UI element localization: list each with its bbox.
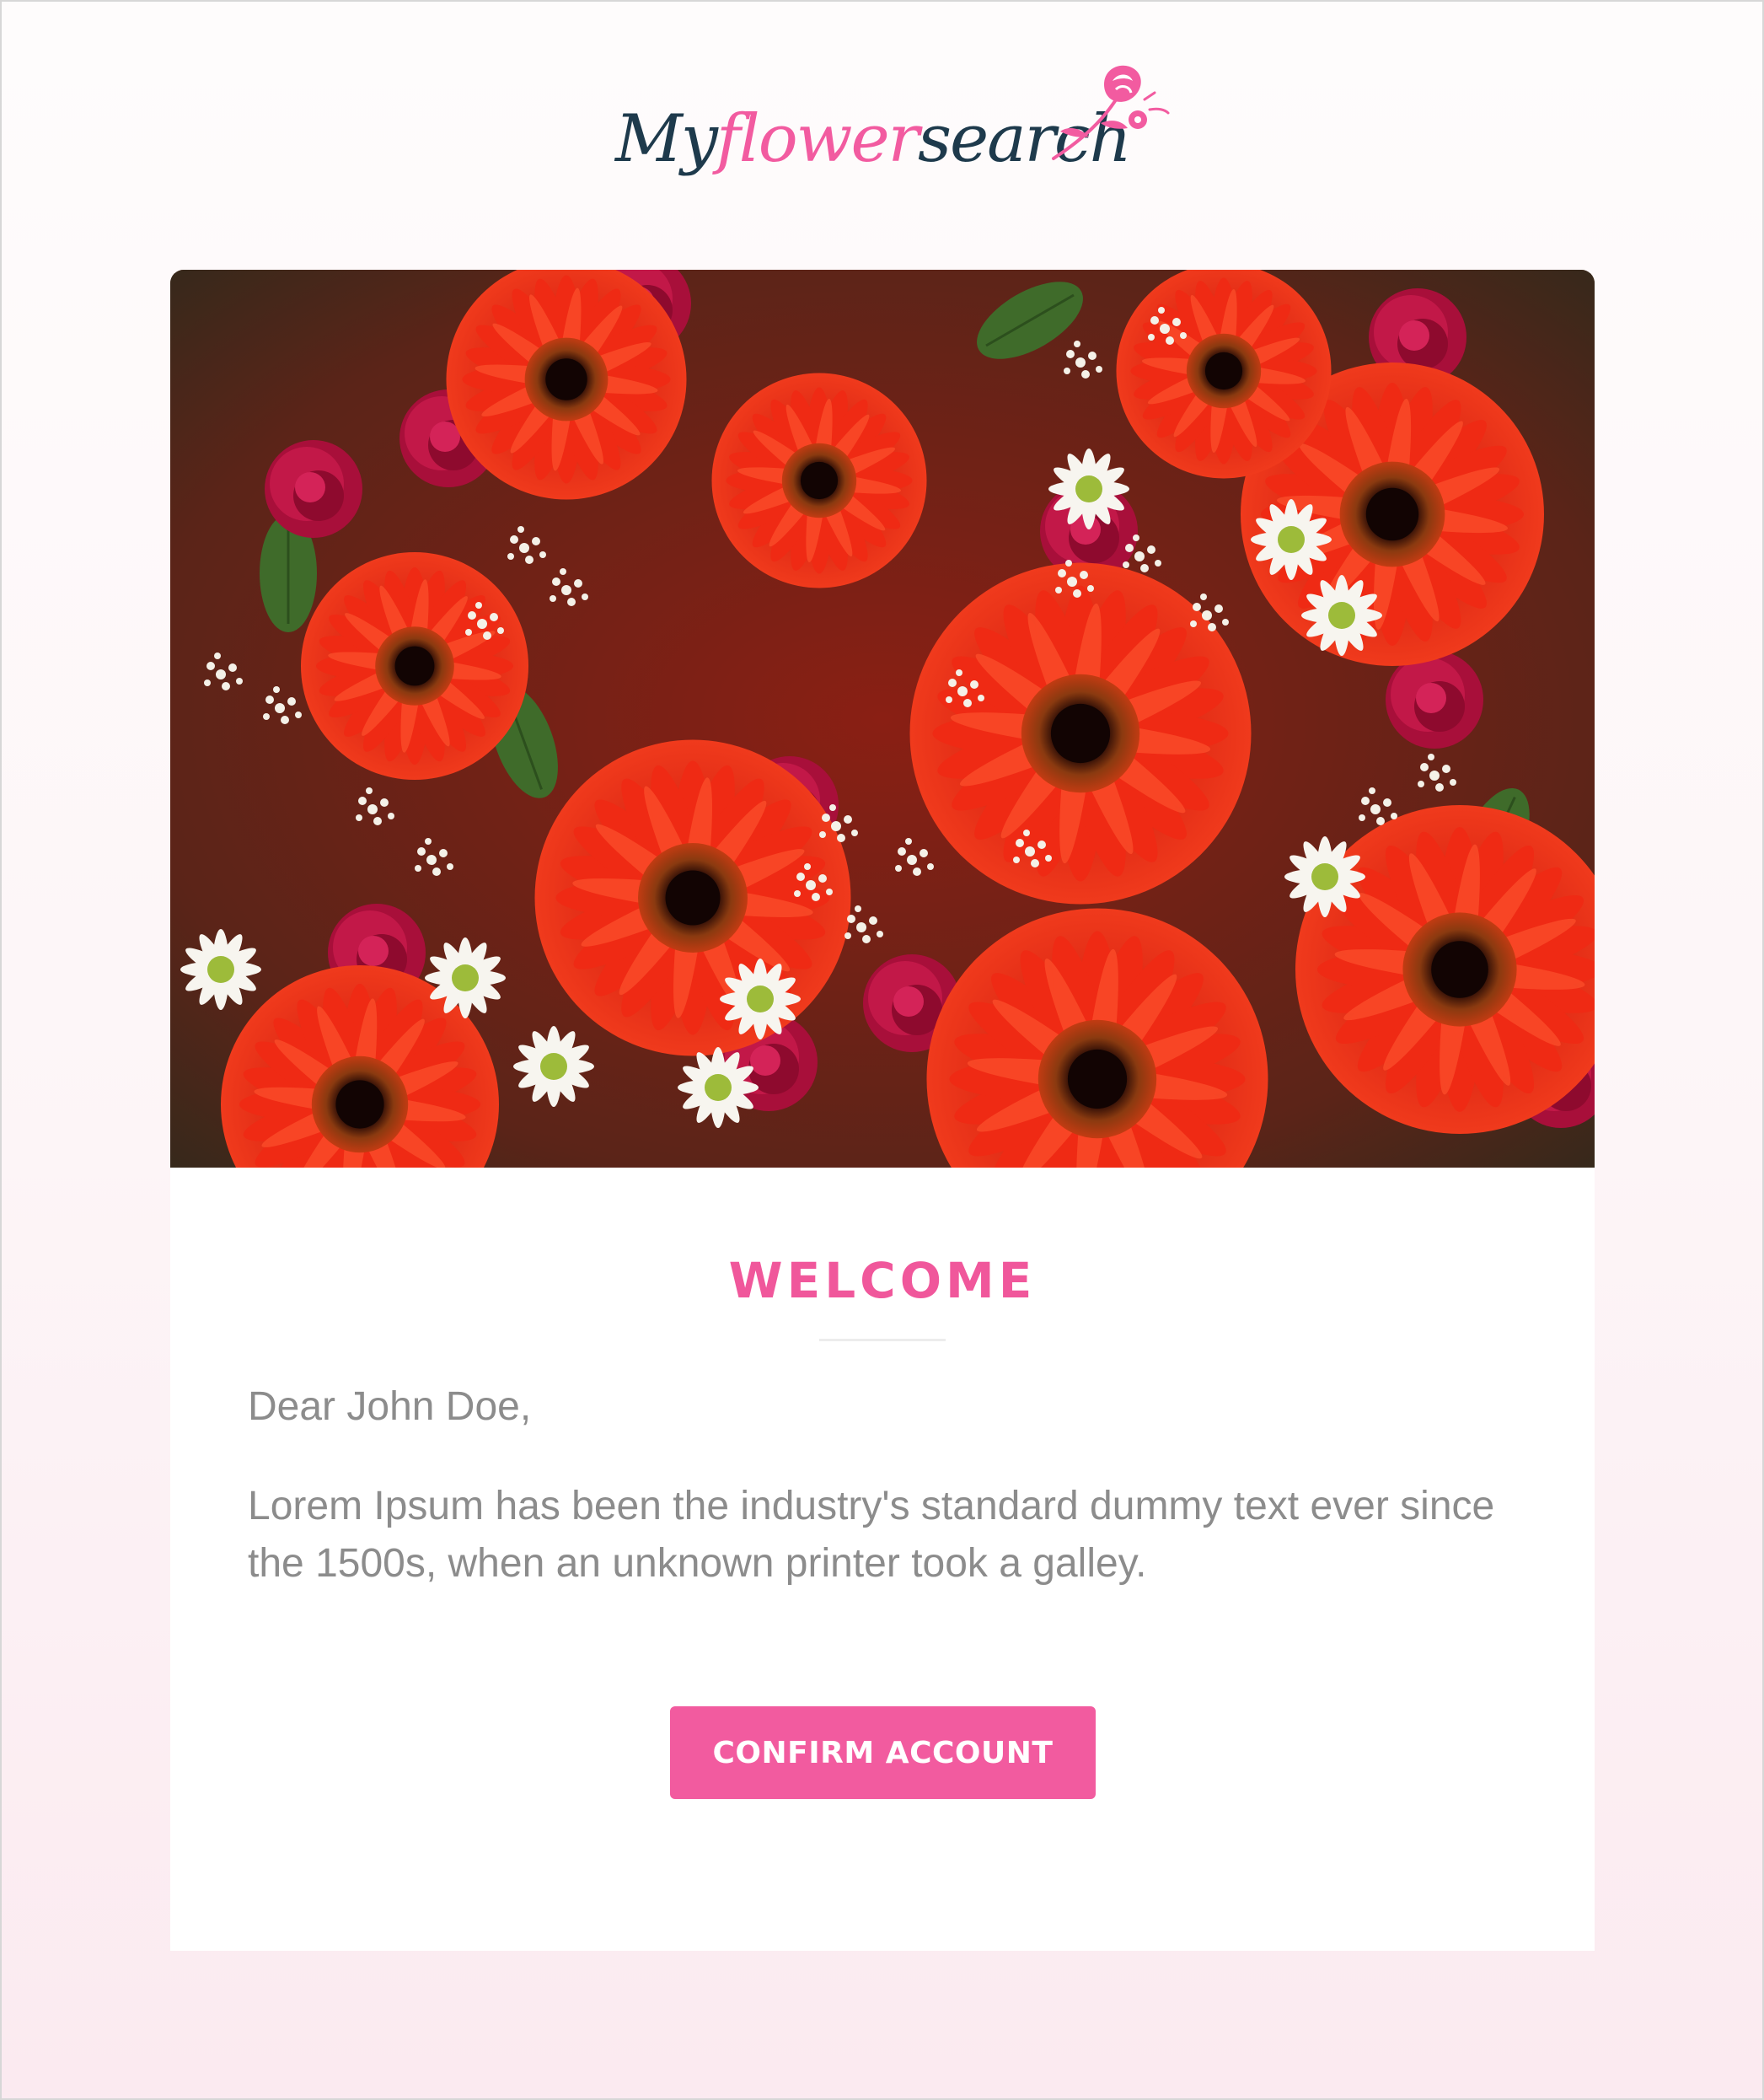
welcome-title: WELCOME [728,1252,1037,1309]
rose-icon [1052,65,1170,160]
hero-flower-image [170,270,1595,1168]
email-card: WELCOME Dear John Doe, Lorem Ipsum has b… [170,270,1595,1951]
flower-bouquet-photo-icon [170,270,1595,1168]
brand-logo[interactable]: Myflowersearch [615,59,1170,202]
brand-logo-part-flower: flower [716,101,920,177]
brand-logo-part-my: My [615,101,718,177]
title-divider [819,1339,946,1341]
confirm-account-button[interactable]: CONFIRM ACCOUNT [670,1706,1096,1799]
body-paragraph: Lorem Ipsum has been the industry's stan… [248,1484,1495,1586]
greeting-text: Dear John Doe, [248,1384,532,1429]
